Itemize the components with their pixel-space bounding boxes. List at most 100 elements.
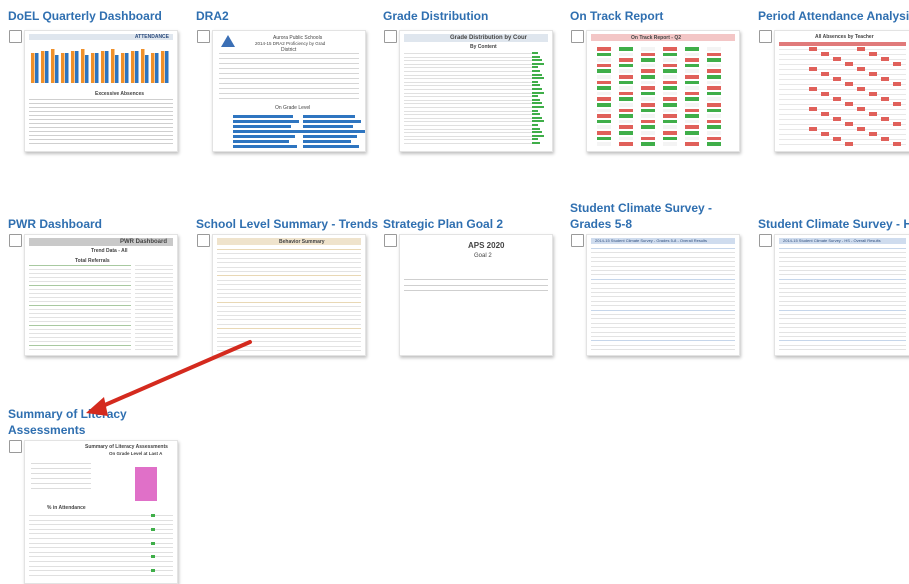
thumb-cell xyxy=(881,97,889,101)
thumb-cell xyxy=(151,527,155,531)
report-title-link[interactable]: DoEL Quarterly Dashboard xyxy=(8,8,178,24)
thumb-cell xyxy=(619,119,633,124)
thumb-row-line xyxy=(404,78,534,80)
report-title-link[interactable]: Summary of Literacy Assessments xyxy=(8,406,178,438)
thumb-cell xyxy=(597,114,611,118)
report-thumbnail[interactable]: Aurora Public Schools 2014-15 DRA2 Profi… xyxy=(212,30,366,152)
thumb-bar xyxy=(532,55,540,58)
thumb-row-line xyxy=(29,337,131,338)
report-title-link[interactable]: School Level Summary - Trends xyxy=(196,216,378,232)
report-title-link[interactable]: On Track Report xyxy=(570,8,740,24)
thumb-cell xyxy=(619,80,633,85)
report-checkbox[interactable] xyxy=(384,234,397,247)
report-thumbnail[interactable]: On Track Report - Q2 xyxy=(586,30,740,152)
thumb-cell xyxy=(809,47,817,51)
thumb-row-line xyxy=(135,293,173,294)
thumb-cell xyxy=(881,57,889,61)
thumb-cell xyxy=(663,119,677,124)
report-thumbnail[interactable]: Summary of Literacy Assessments On Grade… xyxy=(24,440,178,584)
report-checkbox[interactable] xyxy=(759,234,772,247)
report-thumbnail[interactable]: PWR Dashboard Trend Data - All Total Ref… xyxy=(24,234,178,356)
thumb-row-line xyxy=(217,315,361,316)
report-tile-climate-hs: Student Climate Survey - HS 2014-15 Stud… xyxy=(758,216,909,356)
thumb-bar xyxy=(532,106,544,108)
thumb-cell xyxy=(857,67,865,71)
thumb-subheading: 2014-15 DRA2 Proficiency by Grad xyxy=(255,41,326,46)
thumb-row-line xyxy=(29,317,131,318)
report-thumbnail[interactable]: 2014-15 Student Climate Survey - Grades … xyxy=(586,234,740,356)
thumb-row-line xyxy=(31,468,91,469)
thumb-row-line xyxy=(404,85,534,87)
thumb-cell xyxy=(597,97,611,101)
report-checkbox[interactable] xyxy=(759,30,772,43)
report-checkbox[interactable] xyxy=(9,440,22,453)
report-thumbnail[interactable]: ATTENDANCE Excessive Absences xyxy=(24,30,178,152)
thumb-row-line xyxy=(404,99,534,101)
report-thumbnail[interactable]: Grade Distribution by Cour By Content xyxy=(399,30,553,152)
report-checkbox[interactable] xyxy=(197,30,210,43)
report-checkbox[interactable] xyxy=(197,234,210,247)
report-checkbox[interactable] xyxy=(9,234,22,247)
report-title-link[interactable]: DRA2 xyxy=(196,8,366,24)
thumb-row-line xyxy=(404,81,534,83)
thumb-bar xyxy=(65,53,69,83)
report-thumbnail[interactable]: 2014-15 Student Climate Survey - HS - Ov… xyxy=(774,234,909,356)
thumb-row-line xyxy=(219,63,359,64)
thumb-extra: Total Referrals xyxy=(75,258,110,264)
thumb-row-line xyxy=(29,143,173,144)
thumb-row-line xyxy=(404,56,534,58)
thumb-cell xyxy=(845,122,853,126)
thumb-cell xyxy=(597,58,611,62)
thumb-cell xyxy=(845,142,853,146)
thumb-bar xyxy=(41,51,45,83)
report-thumbnail[interactable]: APS 2020 Goal 2 xyxy=(399,234,553,356)
report-checkbox[interactable] xyxy=(571,30,584,43)
thumb-cell xyxy=(707,80,721,85)
pink-bar xyxy=(135,467,157,501)
thumb-cell xyxy=(707,69,721,73)
thumb-extra2: On Grade Level xyxy=(275,105,311,111)
thumb-bar xyxy=(532,102,542,105)
thumb-cell xyxy=(663,136,677,141)
thumb-subheading: Trend Data - All xyxy=(91,248,128,254)
thumb-cell xyxy=(641,47,655,51)
thumb-row-line xyxy=(219,98,359,99)
logo-icon xyxy=(221,35,235,47)
thumb-bar xyxy=(45,51,49,83)
thumb-row-line xyxy=(779,287,906,289)
thumb-bar xyxy=(165,51,169,83)
thumb-cell xyxy=(663,58,677,62)
thumb-bar xyxy=(145,55,149,83)
thumb-bar xyxy=(233,115,293,118)
thumb-cell xyxy=(845,62,853,66)
report-title-link[interactable]: Strategic Plan Goal 2 xyxy=(383,216,553,232)
thumb-cell xyxy=(707,142,721,146)
report-title-link[interactable]: Student Climate Survey - HS xyxy=(758,216,909,232)
thumb-cell xyxy=(869,112,877,116)
thumb-row-line xyxy=(217,310,361,312)
thumb-row-line xyxy=(591,270,735,271)
report-title-link[interactable]: Period Attendance Analysis xyxy=(758,8,909,24)
thumb-bar xyxy=(233,145,297,148)
thumb-row-line xyxy=(404,74,534,76)
report-checkbox[interactable] xyxy=(571,234,584,247)
thumb-cell xyxy=(685,75,699,79)
thumb-bar xyxy=(233,125,291,128)
report-title-link[interactable]: Grade Distribution xyxy=(383,8,553,24)
report-checkbox[interactable] xyxy=(384,30,397,43)
report-thumbnail[interactable]: All Absences by Teacher xyxy=(774,30,909,152)
thumb-cell xyxy=(597,75,611,79)
thumb-row-line xyxy=(29,289,131,290)
thumb-heading: 2014-15 Student Climate Survey - HS - Ov… xyxy=(783,238,881,243)
report-checkbox[interactable] xyxy=(9,30,22,43)
report-thumbnail[interactable]: Behavior Summary xyxy=(212,234,366,356)
report-title-link[interactable]: PWR Dashboard xyxy=(8,216,178,232)
thumb-cell xyxy=(881,137,889,141)
thumb-row-line xyxy=(591,278,735,280)
thumb-row-line xyxy=(31,473,91,474)
thumb-row-line xyxy=(404,143,534,144)
thumb-row-line xyxy=(779,49,906,50)
thumb-cell xyxy=(641,58,655,62)
thumb-row-line xyxy=(779,344,906,346)
report-title-link[interactable]: Student Climate Survey - Grades 5-8 xyxy=(570,200,740,232)
